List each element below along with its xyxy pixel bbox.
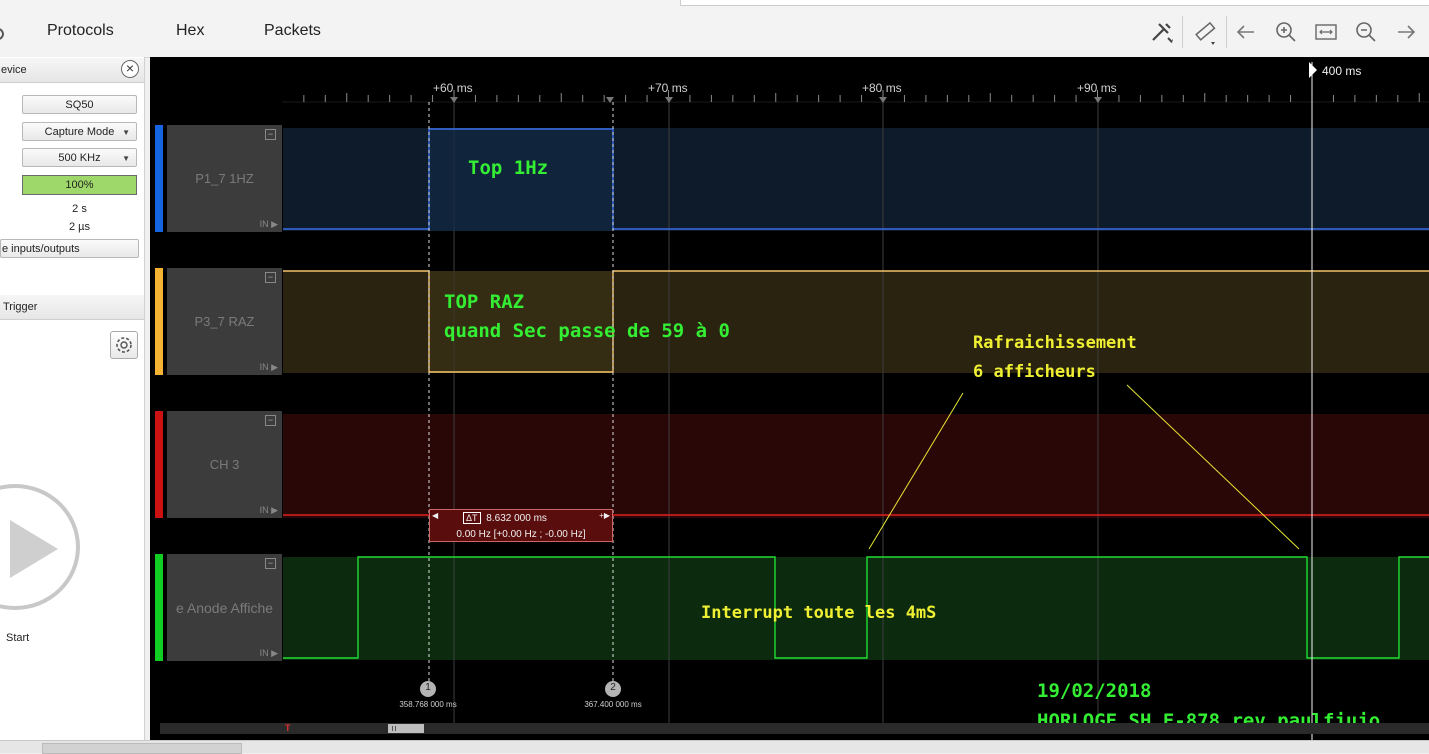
channel-3-bg bbox=[283, 414, 1429, 518]
channel-io: IN ▶ bbox=[259, 505, 278, 515]
annotation-topraz: TOP RAZ bbox=[444, 291, 525, 313]
arrow-right-icon: +▶ bbox=[599, 511, 610, 520]
arrow-left-icon: ◀ bbox=[432, 511, 439, 520]
annotation-interrupt: Interrupt toute les 4mS bbox=[701, 603, 937, 623]
channel-2-label[interactable]: − P3_7 RAZ IN ▶ bbox=[167, 268, 282, 375]
annotation-refresh: Rafraichissement bbox=[973, 333, 1137, 353]
time-marker-flag bbox=[1309, 62, 1317, 78]
measurement-box[interactable]: ◀ +▶ ΔT 8.632 000 ms 0.00 Hz [+0.00 Hz ;… bbox=[429, 509, 613, 542]
cursor-1-time: 358.768 000 ms bbox=[399, 700, 457, 709]
collapse-icon[interactable]: − bbox=[265, 272, 276, 283]
collapse-icon[interactable]: − bbox=[265, 558, 276, 569]
delta-badge: ΔT bbox=[463, 512, 481, 524]
scrollbar-thumb[interactable] bbox=[388, 724, 424, 733]
channel-2-color bbox=[155, 268, 163, 375]
collapse-icon[interactable]: − bbox=[265, 415, 276, 426]
annotation-refresh-detail: 6 afficheurs bbox=[973, 362, 1096, 382]
channel-io: IN ▶ bbox=[259, 362, 278, 372]
tick-label: +90 ms bbox=[1077, 81, 1117, 95]
channel-io: IN ▶ bbox=[259, 648, 278, 658]
cursor-1-id[interactable]: 1 bbox=[420, 682, 436, 693]
channel-4-color bbox=[155, 554, 163, 661]
time-marker-label[interactable]: 400 ms bbox=[1322, 64, 1361, 78]
annotation-topraz-detail: quand Sec passe de 59 à 0 bbox=[444, 320, 730, 342]
cursor-2-time: 367.400 000 ms bbox=[584, 700, 642, 709]
channel-4-label[interactable]: − e Anode Affiche IN ▶ bbox=[167, 554, 282, 661]
channel-name: CH 3 bbox=[209, 457, 240, 472]
channel-name: P1_7 1HZ bbox=[195, 171, 254, 186]
annotation-date: 19/02/2018 bbox=[1037, 680, 1152, 702]
tick-label: +80 ms bbox=[862, 81, 902, 95]
annotation-top1hz: Top 1Hz bbox=[468, 157, 549, 179]
channel-name: P3_7 RAZ bbox=[194, 314, 255, 329]
tick-label: +70 ms bbox=[648, 81, 688, 95]
bottom-bar bbox=[0, 740, 1429, 754]
tick-label: +60 ms bbox=[433, 81, 473, 95]
channel-1-color bbox=[155, 125, 163, 232]
frequency-value: 0.00 Hz [+0.00 Hz ; -0.00 Hz] bbox=[456, 529, 586, 540]
bottom-tab[interactable] bbox=[42, 743, 242, 754]
channel-name: e Anode Affiche bbox=[175, 600, 274, 616]
collapse-icon[interactable]: − bbox=[265, 129, 276, 140]
channel-io: IN ▶ bbox=[259, 219, 278, 229]
channel-3-label[interactable]: − CH 3 IN ▶ bbox=[167, 411, 282, 518]
channel-3-color bbox=[155, 411, 163, 518]
channel-1-label[interactable]: − P1_7 1HZ IN ▶ bbox=[167, 125, 282, 232]
cursor-2-id[interactable]: 2 bbox=[605, 682, 621, 693]
trigger-marker: T bbox=[285, 723, 291, 733]
delta-value: 8.632 000 ms bbox=[486, 513, 547, 524]
horizontal-scrollbar[interactable]: T bbox=[160, 723, 1429, 734]
